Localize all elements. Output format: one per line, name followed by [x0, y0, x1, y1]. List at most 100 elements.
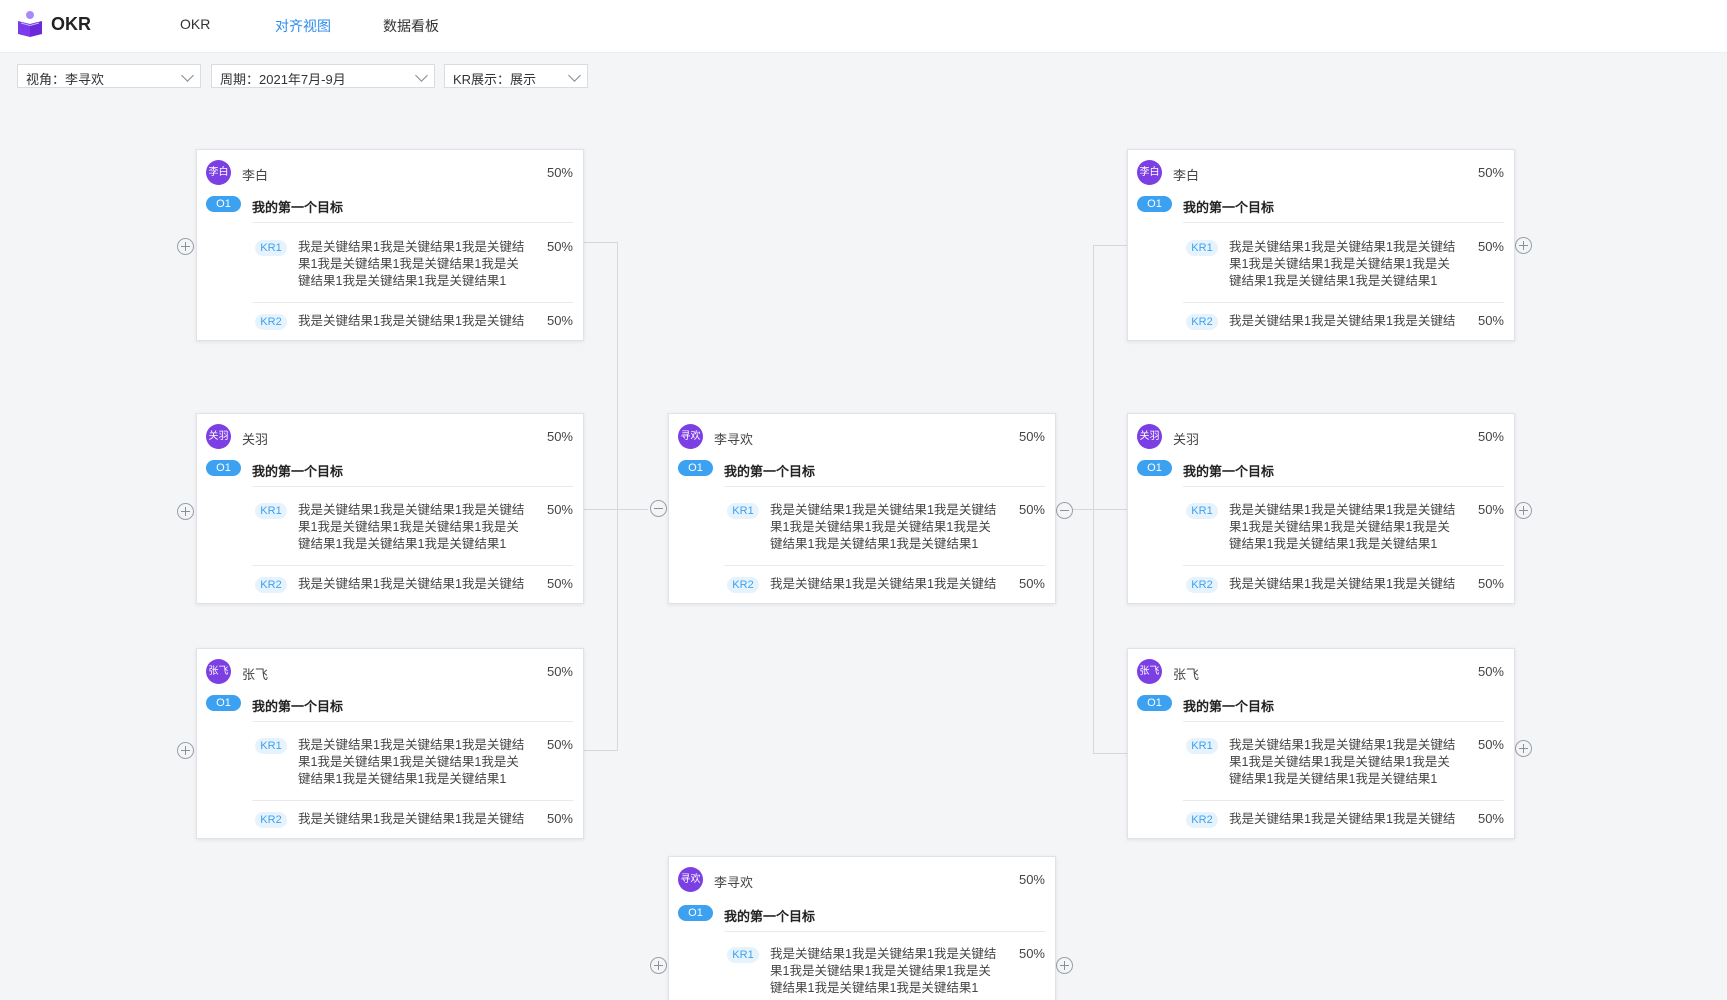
collapse-icon[interactable] [650, 500, 667, 517]
kr-badge: KR2 [727, 577, 759, 593]
objective-row[interactable]: O1 我的第一个目标 [678, 460, 1045, 479]
expand-icon[interactable] [177, 238, 194, 255]
card-header: 李白 李白 50% [206, 160, 573, 185]
tab-dashboard[interactable]: 数据看板 [383, 16, 439, 36]
kr-row[interactable]: KR2 我是关键结果1我是关键结果1我是关键结 50% [1183, 313, 1504, 332]
avatar[interactable]: 寻欢 [678, 867, 703, 892]
objective-title: 我的第一个目标 [1183, 699, 1275, 714]
objective-row[interactable]: O1 我的第一个目标 [1137, 196, 1504, 215]
owner-name: 李寻欢 [714, 875, 754, 890]
avatar[interactable]: 张飞 [206, 659, 231, 684]
divider [252, 302, 573, 303]
collapse-icon[interactable] [1056, 502, 1073, 519]
owner-name: 关羽 [1173, 432, 1200, 447]
divider [724, 565, 1045, 566]
expand-icon[interactable] [177, 503, 194, 520]
expand-icon[interactable] [1515, 502, 1532, 519]
expand-icon[interactable] [177, 742, 194, 759]
kr-row[interactable]: KR2 我是关键结果1我是关键结果1我是关键结 50% [1183, 811, 1504, 830]
objective-row[interactable]: O1 我的第一个目标 [1137, 460, 1504, 479]
kr-text: 我是关键结果1我是关键结果1我是关键结果1我是关键结果1我是关键结果1我是关键结… [298, 738, 525, 786]
expand-icon[interactable] [1056, 957, 1073, 974]
kr-row[interactable]: KR1 我是关键结果1我是关键结果1我是关键结果1我是关键结果1我是关键结果1我… [1183, 737, 1504, 793]
card-progress: 50% [546, 429, 573, 444]
okr-card[interactable]: 关羽 关羽 50% O1 我的第一个目标 KR1 我是关键结果1我是关键结果1我… [196, 413, 584, 604]
card-progress: 50% [1477, 165, 1504, 180]
objective-row[interactable]: O1 我的第一个目标 [206, 196, 573, 215]
view-select[interactable]: 视角：李寻欢 [17, 64, 201, 88]
period-select-value: 周期：2021年7月-9月 [220, 72, 346, 87]
kr-text: 我是关键结果1我是关键结果1我是关键结 [1229, 314, 1456, 328]
divider [1183, 565, 1504, 566]
owner-name: 李寻欢 [714, 432, 754, 447]
kr-row[interactable]: KR1 我是关键结果1我是关键结果1我是关键结果1我是关键结果1我是关键结果1我… [1183, 239, 1504, 295]
kr-badge: KR1 [727, 503, 759, 519]
kr-progress: 50% [1477, 576, 1504, 591]
objective-row[interactable]: O1 我的第一个目标 [206, 460, 573, 479]
okr-card[interactable]: 李白 李白 50% O1 我的第一个目标 KR1 我是关键结果1我是关键结果1我… [1127, 149, 1515, 341]
kr-row[interactable]: KR2 我是关键结果1我是关键结果1我是关键结 50% [1183, 576, 1504, 595]
kr-progress: 50% [546, 737, 573, 752]
okr-card[interactable]: 寻欢 李寻欢 50% O1 我的第一个目标 KR1 我是关键结果1我是关键结果1… [668, 413, 1056, 604]
kr-text: 我是关键结果1我是关键结果1我是关键结 [1229, 812, 1456, 826]
kr-row[interactable]: KR1 我是关键结果1我是关键结果1我是关键结果1我是关键结果1我是关键结果1我… [724, 946, 1045, 1000]
owner-name: 李白 [1173, 168, 1200, 183]
okr-card[interactable]: 张飞 张飞 50% O1 我的第一个目标 KR1 我是关键结果1我是关键结果1我… [1127, 648, 1515, 839]
okr-card[interactable]: 关羽 关羽 50% O1 我的第一个目标 KR1 我是关键结果1我是关键结果1我… [1127, 413, 1515, 604]
objective-row[interactable]: O1 我的第一个目标 [1137, 695, 1504, 714]
kr-badge: KR1 [255, 738, 287, 754]
card-header: 寻欢 李寻欢 50% [678, 424, 1045, 449]
objective-badge: O1 [1137, 196, 1172, 212]
avatar[interactable]: 关羽 [1137, 424, 1162, 449]
kr-badge: KR2 [1186, 812, 1218, 828]
kr-badge: KR2 [1186, 314, 1218, 330]
kr-text: 我是关键结果1我是关键结果1我是关键结果1我是关键结果1我是关键结果1我是关键结… [770, 947, 997, 995]
kr-badge: KR1 [727, 947, 759, 963]
kr-row[interactable]: KR2 我是关键结果1我是关键结果1我是关键结 50% [724, 576, 1045, 595]
kr-row[interactable]: KR1 我是关键结果1我是关键结果1我是关键结果1我是关键结果1我是关键结果1我… [252, 737, 573, 793]
app-logo[interactable]: OKR [16, 10, 91, 38]
okr-card[interactable]: 寻欢 李寻欢 50% O1 我的第一个目标 KR1 我是关键结果1我是关键结果1… [668, 856, 1056, 1000]
kr-text: 我是关键结果1我是关键结果1我是关键结果1我是关键结果1我是关键结果1我是关键结… [1229, 503, 1456, 551]
avatar[interactable]: 张飞 [1137, 659, 1162, 684]
objective-row[interactable]: O1 我的第一个目标 [206, 695, 573, 714]
kr-badge: KR2 [255, 812, 287, 828]
kr-badge: KR2 [255, 577, 287, 593]
kr-row[interactable]: KR1 我是关键结果1我是关键结果1我是关键结果1我是关键结果1我是关键结果1我… [252, 502, 573, 558]
kr-text: 我是关键结果1我是关键结果1我是关键结 [298, 577, 525, 591]
expand-icon[interactable] [1515, 237, 1532, 254]
tab-okr[interactable]: OKR [180, 16, 210, 32]
kr-row[interactable]: KR2 我是关键结果1我是关键结果1我是关键结 50% [252, 576, 573, 595]
top-bar: OKR OKR 对齐视图 数据看板 [0, 0, 1727, 53]
kr-progress: 50% [1477, 502, 1504, 517]
chevron-down-icon [181, 69, 194, 82]
expand-icon[interactable] [1515, 740, 1532, 757]
expand-icon[interactable] [650, 957, 667, 974]
okr-card[interactable]: 李白 李白 50% O1 我的第一个目标 KR1 我是关键结果1我是关键结果1我… [196, 149, 584, 341]
kr-row[interactable]: KR1 我是关键结果1我是关键结果1我是关键结果1我是关键结果1我是关键结果1我… [1183, 502, 1504, 558]
objective-title: 我的第一个目标 [252, 464, 344, 479]
kr-row[interactable]: KR2 我是关键结果1我是关键结果1我是关键结 50% [252, 313, 573, 332]
objective-badge: O1 [678, 460, 713, 476]
kr-badge: KR1 [1186, 240, 1218, 256]
owner-name: 李白 [242, 168, 269, 183]
tab-alignment-view[interactable]: 对齐视图 [275, 16, 331, 36]
avatar[interactable]: 李白 [206, 160, 231, 185]
objective-badge: O1 [206, 695, 241, 711]
kr-badge: KR1 [255, 503, 287, 519]
kr-display-select[interactable]: KR展示：展示 [444, 64, 588, 88]
avatar[interactable]: 李白 [1137, 160, 1162, 185]
kr-row[interactable]: KR1 我是关键结果1我是关键结果1我是关键结果1我是关键结果1我是关键结果1我… [724, 502, 1045, 558]
card-progress: 50% [546, 165, 573, 180]
objective-row[interactable]: O1 我的第一个目标 [678, 905, 1045, 924]
kr-progress: 50% [1018, 502, 1045, 517]
okr-card[interactable]: 张飞 张飞 50% O1 我的第一个目标 KR1 我是关键结果1我是关键结果1我… [196, 648, 584, 839]
period-select[interactable]: 周期：2021年7月-9月 [211, 64, 435, 88]
kr-row[interactable]: KR1 我是关键结果1我是关键结果1我是关键结果1我是关键结果1我是关键结果1我… [252, 239, 573, 295]
avatar[interactable]: 寻欢 [678, 424, 703, 449]
card-progress: 50% [546, 664, 573, 679]
kr-row[interactable]: KR2 我是关键结果1我是关键结果1我是关键结 50% [252, 811, 573, 830]
kr-text: 我是关键结果1我是关键结果1我是关键结果1我是关键结果1我是关键结果1我是关键结… [1229, 738, 1456, 786]
kr-progress: 50% [546, 502, 573, 517]
avatar[interactable]: 关羽 [206, 424, 231, 449]
